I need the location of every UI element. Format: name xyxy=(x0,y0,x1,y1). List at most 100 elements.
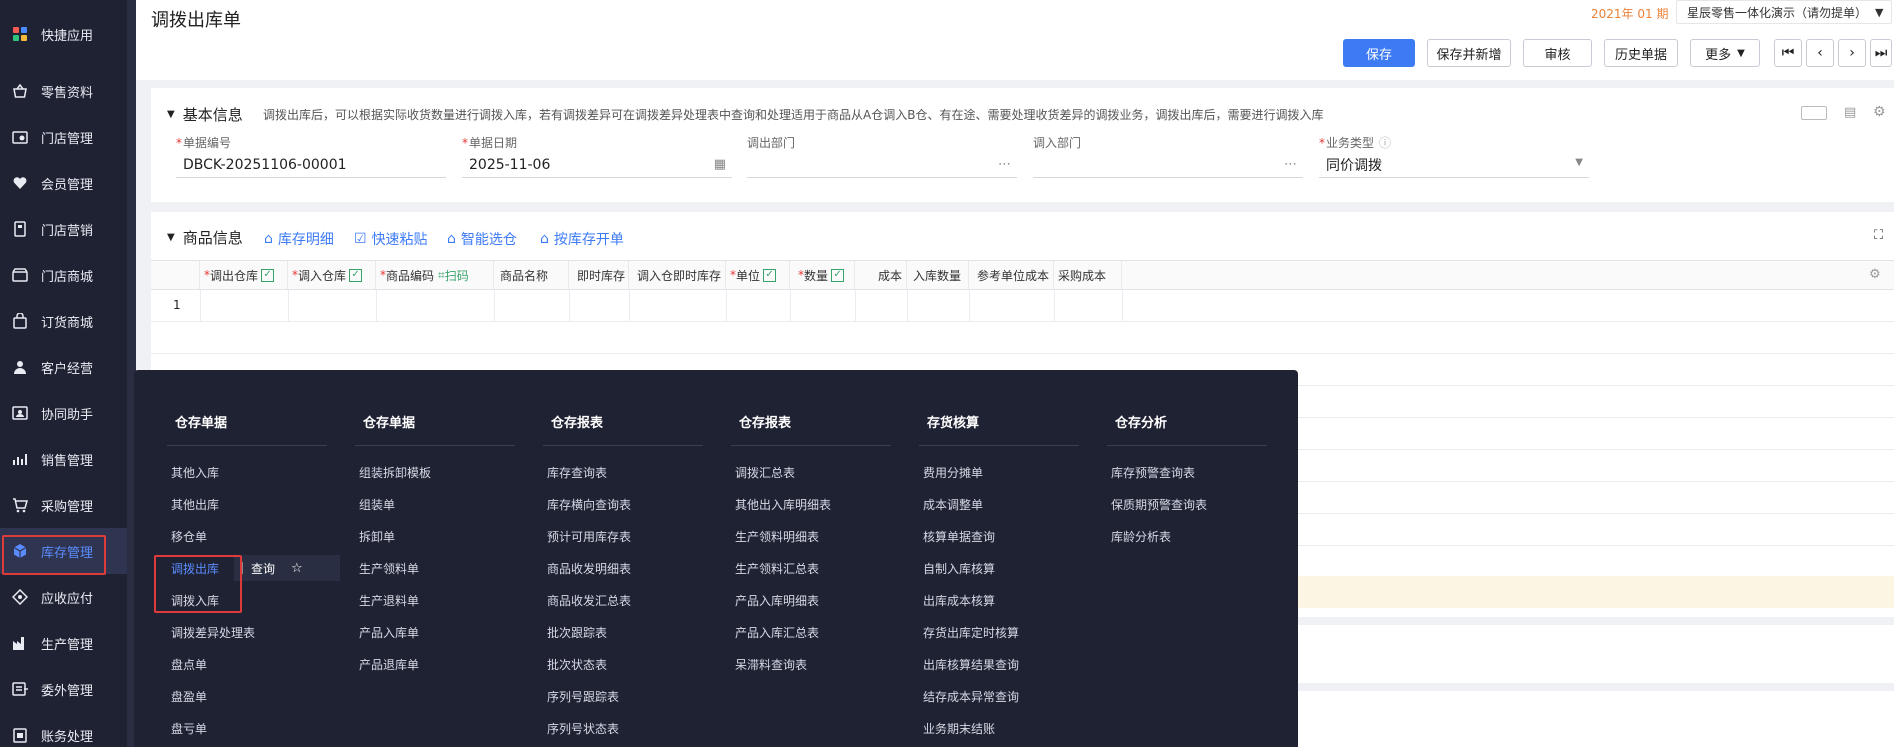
menu-item[interactable]: 其他入库 xyxy=(171,464,219,481)
menu-item[interactable]: 移仓单 xyxy=(171,528,207,545)
menu-item[interactable]: 费用分摊单 xyxy=(923,464,983,481)
sidebar-item-retail-data[interactable]: 零售资料 xyxy=(0,68,136,114)
menu-item[interactable]: 产品入库明细表 xyxy=(735,592,819,609)
sidebar-item-assistant[interactable]: 协同助手 xyxy=(0,390,136,436)
menu-item[interactable]: 序列号跟踪表 xyxy=(547,688,619,705)
col-purchase-cost[interactable]: 采购成本 xyxy=(1054,261,1122,289)
col-cost[interactable]: 成本 xyxy=(855,261,907,289)
menu-item[interactable]: 其他出入库明细表 xyxy=(735,496,831,513)
menu-item[interactable]: 核算单据查询 xyxy=(923,528,995,545)
quick-paste-link[interactable]: ☑ 快速粘贴 xyxy=(354,229,428,249)
menu-item[interactable]: 库存预警查询表 xyxy=(1111,464,1195,481)
sidebar-item-accounting[interactable]: 账务处理 xyxy=(0,712,136,747)
save-button[interactable]: 保存 xyxy=(1343,39,1415,67)
menu-item[interactable]: 批次跟踪表 xyxy=(547,624,607,641)
fullscreen-icon[interactable]: ⛶ xyxy=(1874,228,1883,243)
col-goods-name[interactable]: 商品名称 xyxy=(494,261,569,289)
menu-item[interactable]: 组装单 xyxy=(359,496,395,513)
menu-item[interactable]: 产品退库单 xyxy=(359,656,419,673)
gear-icon[interactable]: ⚙ xyxy=(1873,104,1886,120)
col-goods-code[interactable]: * 商品编码 ⌗ 扫码 xyxy=(376,261,494,289)
sidebar-item-quick-apps[interactable]: 快捷应用 xyxy=(0,11,136,57)
star-icon[interactable]: ☆ xyxy=(291,561,303,576)
scan-label[interactable]: 扫码 xyxy=(445,267,469,284)
menu-item[interactable]: 成本调整单 xyxy=(923,496,983,513)
keyboard-icon[interactable] xyxy=(1801,106,1827,120)
sidebar-item-receivable-payable[interactable]: 应收应付 xyxy=(0,574,136,620)
more-button[interactable]: 更多 ▼ xyxy=(1690,39,1760,67)
sidebar-item-purchase[interactable]: 采购管理 xyxy=(0,482,136,528)
ellipsis-icon[interactable]: ⋯ xyxy=(998,157,1011,172)
col-stock[interactable]: 即时库存 xyxy=(569,261,629,289)
menu-item[interactable]: 产品入库汇总表 xyxy=(735,624,819,641)
sidebar-item-customer[interactable]: 客户经营 xyxy=(0,344,136,390)
calendar-icon[interactable]: ▦ xyxy=(714,157,726,172)
col-qty[interactable]: * 数量 ✓ xyxy=(790,261,855,289)
menu-item[interactable]: 出库成本核算 xyxy=(923,592,995,609)
biz-type-select[interactable]: 同价调拨 xyxy=(1319,152,1589,178)
menu-item[interactable]: 调拨差异处理表 xyxy=(171,624,255,641)
menu-item[interactable]: 生产退料单 xyxy=(359,592,419,609)
menu-item[interactable]: 盘点单 xyxy=(171,656,207,673)
col-unit[interactable]: * 单位 ✓ xyxy=(726,261,790,289)
sidebar-item-store-mall[interactable]: 门店商城 xyxy=(0,252,136,298)
menu-item[interactable]: 库龄分析表 xyxy=(1111,528,1171,545)
menu-item[interactable]: 拆卸单 xyxy=(359,528,395,545)
menu-item[interactable]: 组装拆卸模板 xyxy=(359,464,431,481)
prev-record-button[interactable]: ‹ xyxy=(1806,39,1834,67)
col-ref-cost[interactable]: 参考单位成本 xyxy=(969,261,1054,289)
menu-item[interactable]: 序列号状态表 xyxy=(547,720,619,737)
menu-item[interactable]: 库存横向查询表 xyxy=(547,496,631,513)
chevron-down-icon[interactable]: ▼ xyxy=(1575,157,1583,168)
goods-info-title[interactable]: ▼ 商品信息 xyxy=(167,227,243,248)
menu-item[interactable]: 产品入库单 xyxy=(359,624,419,641)
sidebar-item-sales[interactable]: 销售管理 xyxy=(0,436,136,482)
sidebar-item-store-manage[interactable]: 门店管理 xyxy=(0,114,136,160)
in-dept-input[interactable] xyxy=(1033,152,1303,178)
menu-item[interactable]: 盘亏单 xyxy=(171,720,207,737)
col-in-qty[interactable]: 入库数量 xyxy=(907,261,969,289)
basic-info-title[interactable]: ▼ 基本信息 xyxy=(167,104,243,125)
menu-item[interactable]: 调拨汇总表 xyxy=(735,464,795,481)
menu-item[interactable]: 结存成本异常查询 xyxy=(923,688,1019,705)
table-row[interactable] xyxy=(151,322,1894,354)
col-in-stock[interactable]: 调入仓即时库存 xyxy=(629,261,726,289)
sidebar-item-outsource[interactable]: 委外管理 xyxy=(0,666,136,712)
doc-date-input[interactable]: 2025-11-06 xyxy=(462,152,732,178)
company-selector[interactable]: 星辰零售一体化演示（请勿提单） ▼ xyxy=(1676,0,1893,24)
menu-item[interactable]: 盘盈单 xyxy=(171,688,207,705)
menu-item[interactable]: 商品收发汇总表 xyxy=(547,592,631,609)
next-record-button[interactable]: › xyxy=(1838,39,1866,67)
menu-item[interactable]: 生产领料单 xyxy=(359,560,419,577)
col-in-warehouse[interactable]: * 调入仓库 ✓ xyxy=(288,261,376,289)
menu-item[interactable]: 批次状态表 xyxy=(547,656,607,673)
menu-item[interactable]: 保质期预警查询表 xyxy=(1111,496,1207,513)
menu-item[interactable]: 出库核算结果查询 xyxy=(923,656,1019,673)
menu-item[interactable]: 预计可用库存表 xyxy=(547,528,631,545)
menu-item[interactable]: 商品收发明细表 xyxy=(547,560,631,577)
document-settings-icon[interactable]: ▤ xyxy=(1844,105,1856,120)
menu-item[interactable]: 业务期末结账 xyxy=(923,720,995,737)
save-and-new-button[interactable]: 保存并新增 xyxy=(1427,39,1511,67)
first-record-button[interactable]: ⏮ xyxy=(1774,39,1802,67)
ellipsis-icon[interactable]: ⋯ xyxy=(1284,157,1297,172)
out-dept-input[interactable] xyxy=(747,152,1017,178)
last-record-button[interactable]: ⏭ xyxy=(1870,39,1892,67)
history-button[interactable]: 历史单据 xyxy=(1604,39,1678,67)
query-link[interactable]: 查询 xyxy=(251,560,275,577)
menu-item[interactable]: 存货出库定时核算 xyxy=(923,624,1019,641)
menu-item[interactable]: 库存查询表 xyxy=(547,464,607,481)
menu-item[interactable]: 其他出库 xyxy=(171,496,219,513)
table-row[interactable]: 1 xyxy=(151,290,1894,322)
smart-warehouse-link[interactable]: ⌂ 智能选仓 xyxy=(447,229,517,249)
col-out-warehouse[interactable]: * 调出仓库 ✓ xyxy=(200,261,288,289)
menu-item[interactable]: 生产领料汇总表 xyxy=(735,560,819,577)
menu-item[interactable]: 自制入库核算 xyxy=(923,560,995,577)
sidebar-item-store-marketing[interactable]: 门店营销 xyxy=(0,206,136,252)
gear-icon[interactable]: ⚙ xyxy=(1869,267,1881,282)
sidebar-item-member[interactable]: 会员管理 xyxy=(0,160,136,206)
audit-button[interactable]: 审核 xyxy=(1523,39,1592,67)
order-by-stock-link[interactable]: ⌂ 按库存开单 xyxy=(540,229,624,249)
menu-item[interactable]: 生产领料明细表 xyxy=(735,528,819,545)
menu-item[interactable]: 呆滞料查询表 xyxy=(735,656,807,673)
